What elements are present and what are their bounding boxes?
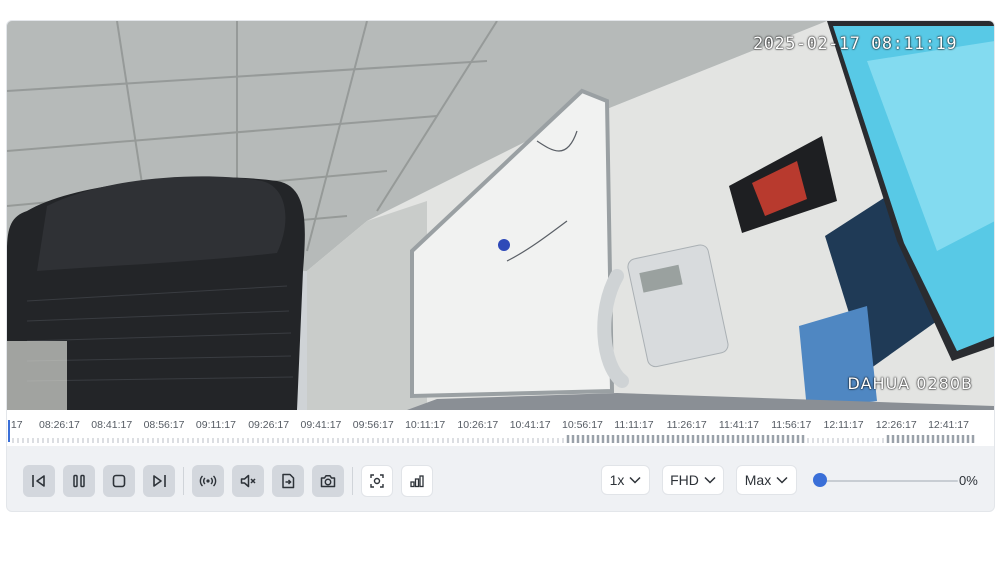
- chevron-down-icon: [704, 476, 716, 484]
- timeline-label: 09:41:17: [300, 419, 342, 431]
- recording-ticks: [12, 435, 975, 443]
- timeline-label: 09:56:17: [352, 419, 394, 431]
- timeline-label: 11:56:17: [771, 419, 812, 431]
- focus-icon: [370, 474, 384, 488]
- volume-slider[interactable]: [813, 473, 958, 487]
- focus-button[interactable]: [361, 465, 393, 497]
- skip-previous-button[interactable]: [23, 465, 55, 497]
- timeline-label: 08:56:17: [143, 419, 185, 431]
- timeline-label: :17: [8, 419, 23, 431]
- timeline-label: 10:56:17: [562, 419, 603, 431]
- pause-button[interactable]: [63, 465, 95, 497]
- stop-icon: [112, 474, 126, 488]
- size-select[interactable]: Max: [736, 465, 797, 495]
- skip-next-button[interactable]: [143, 465, 175, 497]
- timeline-label: 11:26:17: [666, 419, 707, 431]
- timeline-label: 10:11:17: [405, 419, 446, 431]
- divider: [183, 467, 184, 495]
- chevron-down-icon: [629, 476, 641, 484]
- playback-timeline[interactable]: :17 08:26:17 08:41:17 08:56:17 09:11:17 09:26…: [7, 410, 994, 446]
- pause-icon: [73, 474, 85, 488]
- skip-next-icon: [153, 475, 166, 487]
- video-feed[interactable]: 2025-02-17 08:11:19 DAHUA 0280B: [7, 21, 994, 410]
- mute-icon: [240, 474, 256, 488]
- chevron-down-icon: [776, 476, 788, 484]
- timeline-labels: :17 08:26:17 08:41:17 08:56:17 09:11:17 09:26…: [7, 419, 994, 433]
- divider: [352, 467, 353, 495]
- video-timestamp: 2025-02-17 08:11:19: [753, 34, 957, 54]
- stream-stats-button[interactable]: [401, 465, 433, 497]
- volume-track[interactable]: [816, 480, 958, 482]
- signal-icon: [410, 475, 424, 488]
- timeline-label: 10:41:17: [509, 419, 551, 431]
- quality-value: FHD: [670, 472, 699, 488]
- timeline-label: 09:11:17: [195, 419, 236, 431]
- skip-previous-icon: [32, 475, 45, 487]
- timeline-label: 09:26:17: [248, 419, 290, 431]
- camera-frame: [7, 21, 994, 410]
- volume-percent: 0%: [959, 473, 978, 488]
- speed-value: 1x: [609, 472, 625, 488]
- quality-select[interactable]: FHD: [662, 465, 724, 495]
- speed-select[interactable]: 1x: [601, 465, 650, 495]
- volume-handle[interactable]: [813, 473, 827, 487]
- camera-name: DAHUA 0280B: [847, 374, 973, 393]
- mute-button[interactable]: [232, 465, 264, 497]
- snapshot-button[interactable]: [312, 465, 344, 497]
- timeline-label: 12:26:17: [875, 419, 917, 431]
- timeline-label: 11:41:17: [718, 419, 759, 431]
- video-player: 2025-02-17 08:11:19 DAHUA 0280B :17 08:26…: [6, 20, 995, 512]
- stop-button[interactable]: [103, 465, 135, 497]
- timeline-label: 10:26:17: [457, 419, 499, 431]
- timeline-cursor[interactable]: [8, 420, 10, 442]
- camera-icon: [320, 475, 336, 488]
- timeline-label: 12:41:17: [928, 419, 969, 431]
- timeline-label: 11:11:17: [614, 419, 654, 431]
- broadcast-button[interactable]: [192, 465, 224, 497]
- export-icon: [282, 473, 295, 489]
- export-button[interactable]: [272, 465, 304, 497]
- control-bar: 1x FHD Max 0%: [7, 446, 994, 511]
- timeline-label: 08:26:17: [39, 419, 80, 431]
- broadcast-icon: [199, 475, 217, 487]
- size-value: Max: [744, 472, 772, 488]
- timeline-label: 08:41:17: [91, 419, 133, 431]
- timeline-label: 12:11:17: [823, 419, 864, 431]
